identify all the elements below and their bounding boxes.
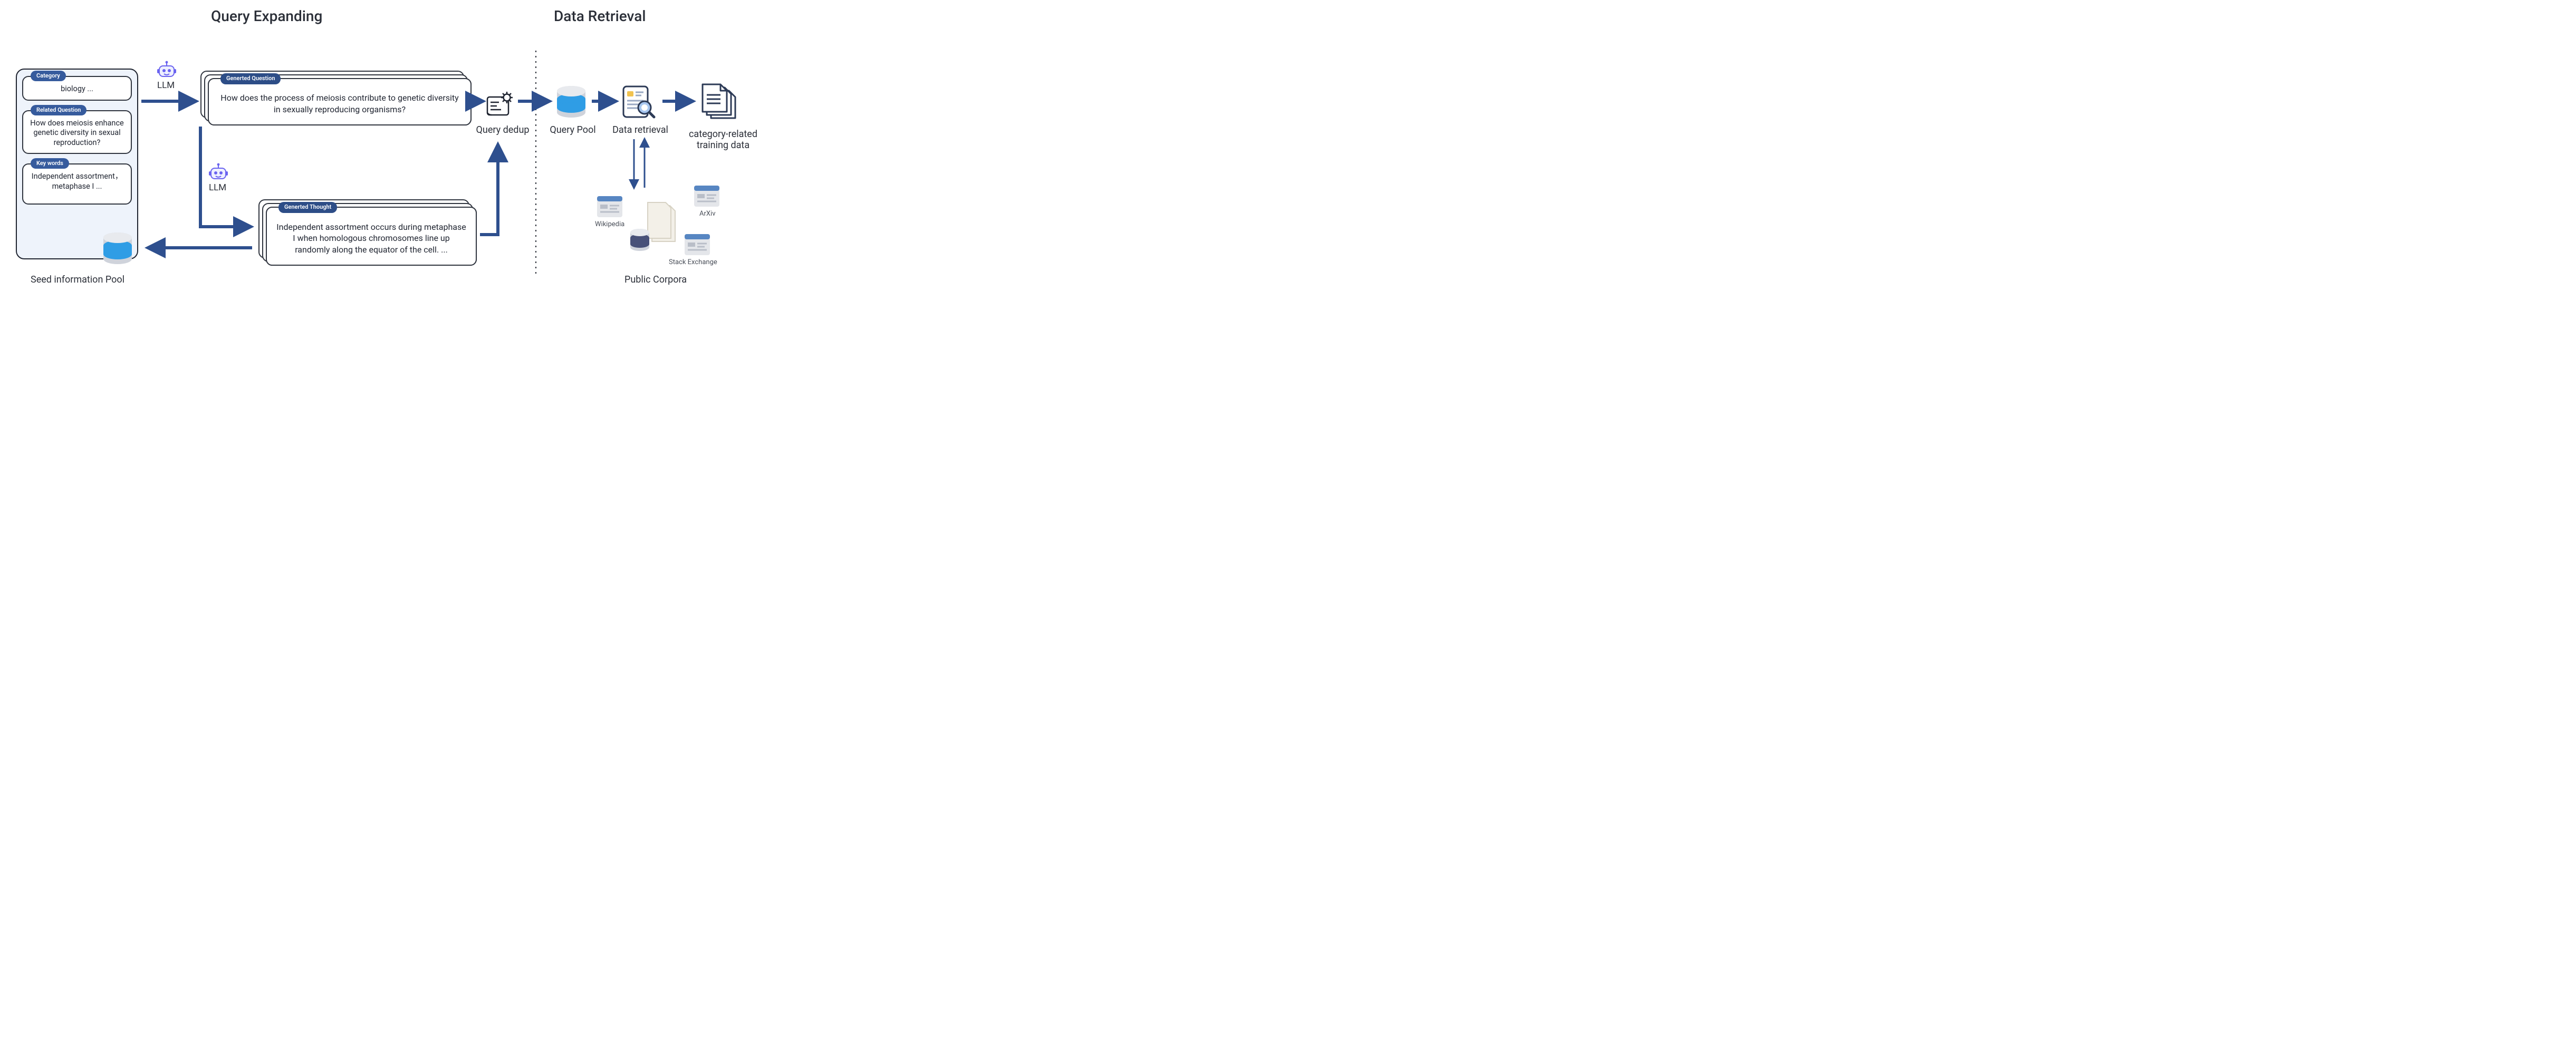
corpus-wikipedia-label: Wikipedia	[595, 220, 624, 228]
query-dedup-icon	[485, 90, 514, 118]
generated-question-card: Generted Question How does the process o…	[208, 78, 472, 125]
corpus-wikipedia-icon	[596, 195, 623, 218]
llm-label-top: LLM	[157, 80, 175, 91]
generated-question-text: How does the process of meiosis contribu…	[218, 92, 461, 115]
query-pool-caption: Query Pool	[546, 124, 599, 135]
corpus-arxiv-icon	[693, 185, 720, 208]
generated-thought-label: Generted Thought	[278, 202, 337, 213]
corpus-stackexchange-icon	[684, 233, 711, 256]
seed-pool-database-icon	[100, 231, 135, 266]
seed-card-label: Category	[31, 71, 66, 81]
generated-thought-card: Generted Thought Independent assortment …	[266, 207, 477, 266]
seed-card-label: Key words	[31, 158, 69, 169]
seed-card-text: How does meiosis enhance genetic diversi…	[30, 119, 123, 147]
query-pool-database-icon	[554, 84, 589, 119]
section-title-data-retrieval: Data Retrieval	[554, 7, 646, 25]
corpus-arxiv-label: ArXiv	[699, 210, 716, 218]
data-retrieval-icon	[621, 84, 656, 121]
seed-card-text: Independent assortment，metaphase I ...	[32, 172, 123, 191]
seed-pool-caption: Seed information Pool	[22, 274, 133, 285]
robot-icon	[208, 161, 229, 182]
data-retrieval-caption: Data retrieval	[609, 124, 672, 135]
seed-card-category: Category biology ...	[22, 76, 132, 101]
robot-icon	[156, 59, 177, 80]
generated-question-label: Generted Question	[220, 73, 281, 84]
public-corpora-caption: Public Corpora	[616, 274, 695, 285]
corpus-database-icon	[628, 228, 652, 252]
output-caption: category-related training data	[684, 129, 763, 151]
diagram-canvas: Query Expanding Data Retrieval Category …	[0, 0, 812, 327]
section-title-query-expanding: Query Expanding	[211, 7, 322, 25]
arrow-thought-to-dedup	[480, 146, 498, 235]
seed-card-label: Related Question	[31, 105, 86, 115]
seed-card-text: biology ...	[61, 84, 93, 93]
output-documents-icon	[699, 81, 741, 125]
seed-card-keywords: Key words Independent assortment，metapha…	[22, 163, 132, 205]
query-dedup-caption: Query dedup	[474, 124, 532, 135]
seed-card-related-question: Related Question How does meiosis enhanc…	[22, 110, 132, 154]
generated-thought-text: Independent assortment occurs during met…	[276, 221, 466, 256]
corpus-stackexchange-label: Stack Exchange	[669, 258, 717, 266]
llm-label-mid: LLM	[209, 182, 226, 193]
